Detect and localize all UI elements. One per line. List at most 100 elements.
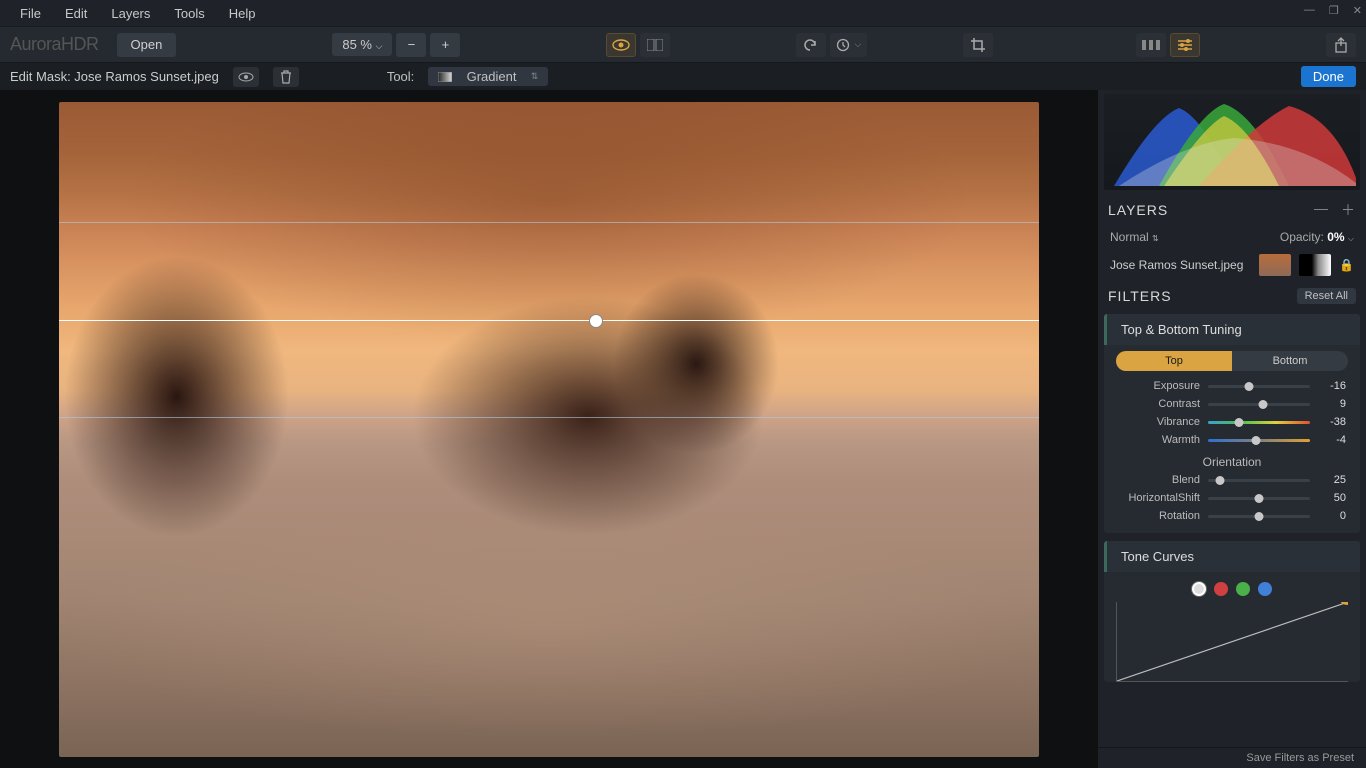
tool-dropdown[interactable]: Gradient ⇅: [428, 67, 548, 86]
crop-button[interactable]: [963, 33, 993, 57]
top-bottom-tabs: Top Bottom: [1116, 351, 1348, 371]
presets-button[interactable]: [1136, 33, 1166, 57]
image-canvas[interactable]: [59, 102, 1039, 757]
zoom-in-button[interactable]: +: [430, 33, 460, 57]
preview-eye-button[interactable]: [606, 33, 636, 57]
filters-title: FILTERS: [1108, 288, 1172, 304]
layers-header: LAYERS — ＋: [1098, 194, 1366, 226]
trash-icon: [280, 70, 292, 84]
channel-luminance[interactable]: [1192, 582, 1206, 596]
mask-delete-button[interactable]: [273, 67, 299, 87]
app-title: AuroraHDR: [10, 34, 99, 55]
window-close-icon[interactable]: ✕: [1353, 4, 1362, 17]
tab-top[interactable]: Top: [1116, 351, 1232, 371]
crop-icon: [970, 37, 986, 53]
slider-thumb[interactable]: [1216, 476, 1225, 485]
clock-icon: [836, 38, 850, 52]
lock-icon[interactable]: 🔒: [1339, 258, 1354, 272]
gradient-bottom-line[interactable]: [59, 417, 1039, 418]
canvas-area[interactable]: [0, 90, 1098, 768]
menu-edit[interactable]: Edit: [53, 2, 99, 25]
zoom-out-button[interactable]: −: [396, 33, 426, 57]
channel-blue[interactable]: [1258, 582, 1272, 596]
layer-mask-thumbnail[interactable]: [1299, 254, 1331, 276]
right-panel: LAYERS — ＋ Normal ⇅ Opacity: 0% ⌵ Jose R…: [1098, 90, 1366, 768]
filter-title[interactable]: Top & Bottom Tuning: [1104, 314, 1360, 345]
slider-thumb[interactable]: [1255, 512, 1264, 521]
done-button[interactable]: Done: [1301, 66, 1356, 87]
gradient-mid-line[interactable]: [59, 320, 1039, 321]
presets-icon: [1142, 40, 1160, 50]
slider-thumb[interactable]: [1234, 418, 1243, 427]
slider-exposure[interactable]: Exposure -16: [1104, 377, 1360, 395]
slider-label: Warmth: [1118, 434, 1200, 446]
tab-bottom[interactable]: Bottom: [1232, 351, 1348, 371]
slider-vibrance[interactable]: Vibrance -38: [1104, 413, 1360, 431]
menu-help[interactable]: Help: [217, 2, 268, 25]
window-maximize-icon[interactable]: ❐: [1329, 4, 1339, 17]
slider-warmth[interactable]: Warmth -4: [1104, 431, 1360, 449]
slider-value: -4: [1318, 434, 1346, 446]
add-layer-icon[interactable]: ＋: [1341, 200, 1356, 220]
mask-label: Edit Mask: Jose Ramos Sunset.jpeg: [10, 69, 219, 84]
chevron-down-icon: ⌵: [376, 41, 383, 51]
undo-icon: [803, 39, 819, 51]
filters-panel-button[interactable]: [1170, 33, 1200, 57]
save-preset-button[interactable]: Save Filters as Preset: [1098, 747, 1366, 768]
slider-track[interactable]: [1208, 385, 1310, 388]
chevron-down-icon: ⌵: [1348, 234, 1354, 243]
slider-thumb[interactable]: [1259, 400, 1268, 409]
window-minimize-icon[interactable]: —: [1304, 4, 1315, 17]
slider-track[interactable]: [1208, 439, 1310, 442]
menu-tools[interactable]: Tools: [162, 2, 216, 25]
undo-button[interactable]: [796, 33, 826, 57]
collapse-layers-icon[interactable]: —: [1314, 200, 1329, 220]
slider-track[interactable]: [1208, 403, 1310, 406]
updown-icon: ⇅: [531, 71, 539, 82]
gradient-handle[interactable]: [589, 314, 603, 328]
gradient-icon: [438, 72, 452, 82]
slider-label: Rotation: [1118, 510, 1200, 522]
slider-label: Contrast: [1118, 398, 1200, 410]
share-icon: [1334, 37, 1348, 53]
eye-icon: [612, 39, 630, 51]
opacity-control[interactable]: Opacity: 0% ⌵: [1280, 230, 1354, 244]
slider-track[interactable]: [1208, 497, 1310, 500]
tone-curve-editor[interactable]: [1116, 602, 1348, 682]
slider-track[interactable]: [1208, 421, 1310, 424]
menu-layers[interactable]: Layers: [99, 2, 162, 25]
channel-green[interactable]: [1236, 582, 1250, 596]
slider-label: Vibrance: [1118, 416, 1200, 428]
histogram[interactable]: [1104, 94, 1360, 190]
slider-thumb[interactable]: [1244, 382, 1253, 391]
blend-mode-dropdown[interactable]: Normal ⇅: [1110, 230, 1159, 244]
sliders-icon: [1177, 38, 1193, 52]
layer-row[interactable]: Jose Ramos Sunset.jpeg 🔒: [1098, 248, 1366, 282]
mask-visibility-button[interactable]: [233, 67, 259, 87]
filter-tone-curves: Tone Curves: [1104, 541, 1360, 682]
main-toolbar: AuroraHDR Open 85 % ⌵ − + ⌵: [0, 26, 1366, 62]
slider-blend[interactable]: Blend 25: [1104, 471, 1360, 489]
layer-thumbnail[interactable]: [1259, 254, 1291, 276]
slider-thumb[interactable]: [1255, 494, 1264, 503]
history-button[interactable]: ⌵: [830, 33, 867, 57]
gradient-top-line[interactable]: [59, 222, 1039, 223]
channel-red[interactable]: [1214, 582, 1228, 596]
slider-contrast[interactable]: Contrast 9: [1104, 395, 1360, 413]
slider-rotation[interactable]: Rotation 0: [1104, 507, 1360, 525]
slider-label: HorizontalShift: [1118, 492, 1200, 504]
zoom-dropdown[interactable]: 85 % ⌵: [332, 33, 392, 56]
slider-thumb[interactable]: [1251, 436, 1260, 445]
tone-curves-title[interactable]: Tone Curves: [1104, 541, 1360, 572]
compare-button[interactable]: [640, 33, 670, 57]
layer-name: Jose Ramos Sunset.jpeg: [1110, 258, 1251, 272]
menu-file[interactable]: File: [8, 2, 53, 25]
export-button[interactable]: [1326, 33, 1356, 57]
menubar: File Edit Layers Tools Help — ❐ ✕: [0, 0, 1366, 26]
slider-horizontalshift[interactable]: HorizontalShift 50: [1104, 489, 1360, 507]
reset-all-button[interactable]: Reset All: [1297, 288, 1356, 304]
slider-track[interactable]: [1208, 479, 1310, 482]
open-button[interactable]: Open: [117, 33, 177, 57]
filter-top-bottom: Top & Bottom Tuning Top Bottom Exposure …: [1104, 314, 1360, 533]
slider-track[interactable]: [1208, 515, 1310, 518]
